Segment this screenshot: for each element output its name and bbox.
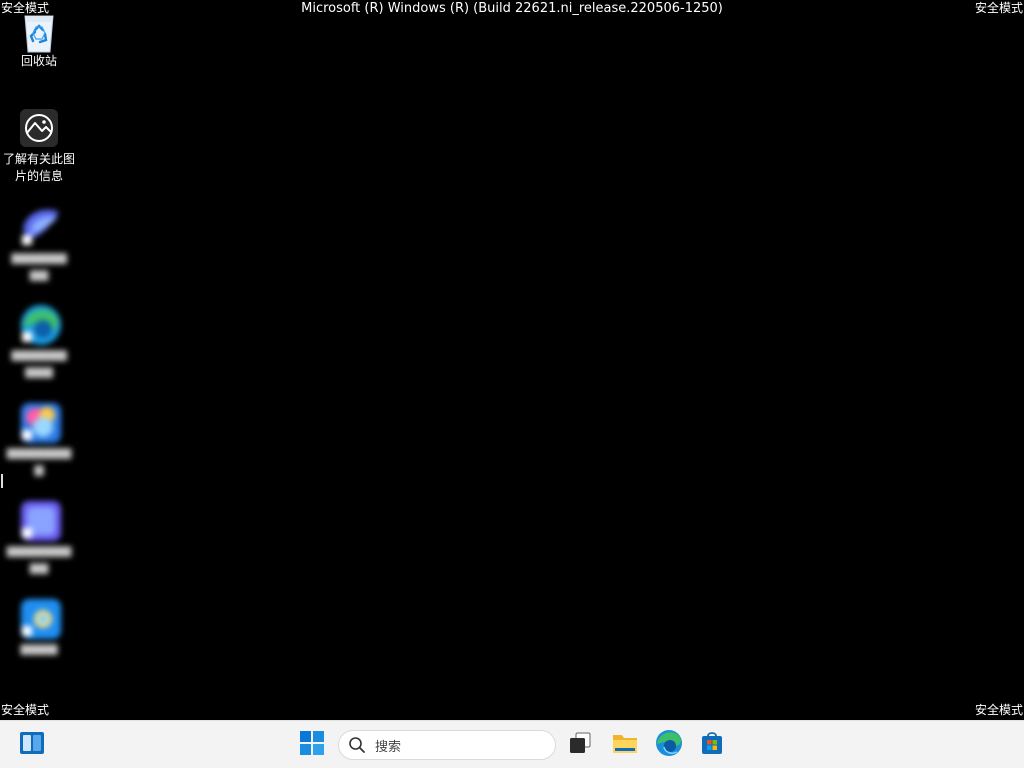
blurred-label: ▆▆▆▆▆▆▆▆▆ <box>11 347 67 378</box>
desktop-icon-blurred-4[interactable]: ▆▆▆▆▆▆▆ ▆▆ <box>0 499 78 576</box>
start-button[interactable] <box>294 727 330 763</box>
search-icon <box>348 736 366 754</box>
file-explorer-button[interactable] <box>607 727 643 763</box>
desktop-icon-label: 回收站 <box>20 54 57 68</box>
blurred-label: ▆▆▆▆▆▆▆▆ <box>11 250 67 281</box>
task-view-button[interactable] <box>562 727 598 763</box>
blurred-label: ▆▆▆▆▆▆▆▆▆ <box>6 543 72 574</box>
file-explorer-icon <box>611 730 639 760</box>
blurred-app-icon <box>19 499 61 541</box>
recycle-bin-icon <box>19 10 59 53</box>
edge-icon <box>655 729 683 761</box>
desktop-icon-blurred-2[interactable]: ▆▆▆▆▆▆ ▆▆▆ <box>0 303 78 380</box>
safe-mode-label-bottom-right: 安全模式 <box>974 703 1023 717</box>
desktop-icon-label-line1: 了解有关此图 <box>2 152 75 166</box>
desktop-icon-blurred-1[interactable]: ▆▆▆▆▆▆ ▆▆ <box>0 206 78 283</box>
taskbar-search-box[interactable]: 搜索 <box>338 730 556 760</box>
blurred-app-icon <box>19 401 61 443</box>
desktop-icon-learn-about-picture[interactable]: 了解有关此图 片的信息 <box>0 108 78 185</box>
microsoft-store-icon <box>699 730 725 760</box>
widgets-button[interactable] <box>14 727 50 763</box>
learn-about-picture-icon <box>19 108 59 148</box>
search-placeholder: 搜索 <box>375 739 402 755</box>
desktop-icon-label-line2: 片的信息 <box>14 169 63 183</box>
edge-taskbar-button[interactable] <box>651 727 687 763</box>
cursor-mark <box>1 474 3 488</box>
blurred-label: ▆▆▆▆ <box>20 641 58 655</box>
task-view-icon <box>567 730 593 760</box>
widgets-icon <box>19 730 45 760</box>
blurred-app-icon <box>19 206 59 246</box>
microsoft-store-button[interactable] <box>694 727 730 763</box>
desktop[interactable]: { "watermark": { "safe_mode": "安全模式", "b… <box>0 0 1024 768</box>
start-icon <box>300 731 324 759</box>
safe-mode-label-bottom-left: 安全模式 <box>1 703 50 717</box>
edge-icon <box>19 303 61 345</box>
desktop-icon-recycle-bin[interactable]: 回收站 <box>0 10 78 70</box>
desktop-icon-blurred-3[interactable]: ▆▆▆▆▆▆▆ ▆ <box>0 401 78 478</box>
blurred-app-icon <box>19 597 61 639</box>
desktop-icon-label: 了解有关此图 片的信息 <box>0 151 78 185</box>
taskbar: 搜索 <box>0 720 1024 768</box>
build-watermark: Microsoft (R) Windows (R) (Build 22621.n… <box>301 1 723 16</box>
blurred-label: ▆▆▆▆▆▆▆▆ <box>6 445 72 476</box>
desktop-icon-blurred-5[interactable]: ▆▆▆▆ <box>0 597 78 657</box>
